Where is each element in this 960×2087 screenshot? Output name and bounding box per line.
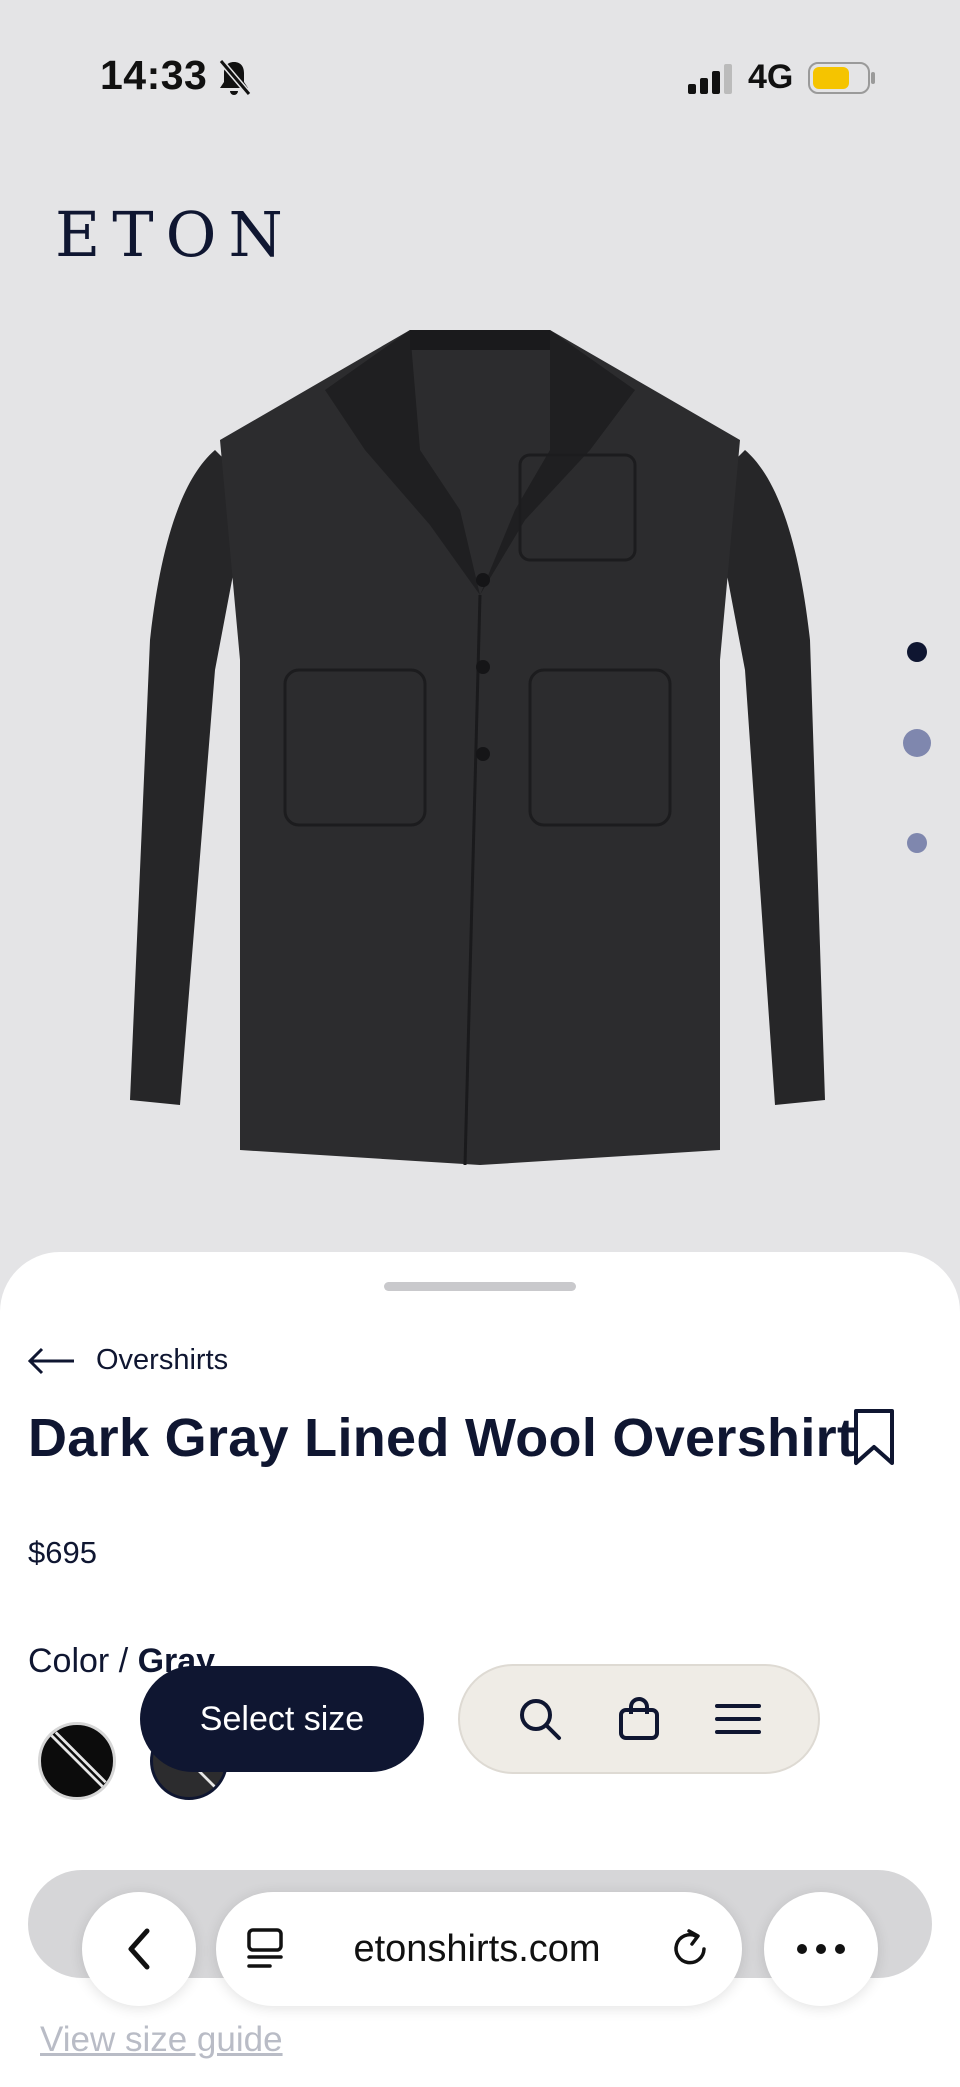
bell-muted-icon <box>218 59 251 96</box>
reload-icon[interactable] <box>668 1927 712 1971</box>
shopping-bag-icon <box>618 1697 659 1740</box>
browser-back-button[interactable] <box>82 1892 196 2006</box>
floating-nav-pill <box>458 1664 820 1774</box>
page-menu-icon <box>247 1928 283 1968</box>
select-size-button[interactable]: Select size <box>140 1666 424 1772</box>
network-type: 4G <box>748 58 794 96</box>
product-price: $695 <box>28 1535 97 1570</box>
sheet-drag-handle[interactable] <box>384 1282 576 1291</box>
search-icon <box>519 1699 561 1740</box>
breadcrumb[interactable]: Overshirts <box>28 1344 228 1377</box>
hamburger-menu-icon <box>715 1704 762 1734</box>
status-bar: 14:33 4G <box>0 0 960 150</box>
address-bar[interactable]: etonshirts.com <box>216 1892 742 2006</box>
product-title: Dark Gray Lined Wool Overshirt <box>28 1408 856 1468</box>
menu-button[interactable] <box>713 1694 763 1744</box>
cart-button[interactable] <box>614 1694 664 1744</box>
url-text[interactable]: etonshirts.com <box>286 1928 668 1971</box>
browser-more-button[interactable] <box>764 1892 878 2006</box>
product-image[interactable] <box>120 310 840 1190</box>
size-guide-link[interactable]: View size guide <box>40 2020 283 2060</box>
image-pagination[interactable] <box>895 630 935 860</box>
more-horizontal-icon <box>797 1944 845 1954</box>
swatch-slash-icon <box>49 1731 107 1789</box>
color-swatch-black[interactable] <box>38 1722 116 1800</box>
cellular-signal-icon <box>688 64 732 94</box>
chevron-left-icon <box>128 1928 150 1970</box>
color-label-prefix: Color / <box>28 1642 138 1680</box>
search-button[interactable] <box>515 1694 565 1744</box>
eton-logo[interactable]: ETON <box>55 198 295 271</box>
battery-icon <box>808 62 875 94</box>
arrow-left-icon <box>28 1347 74 1374</box>
breadcrumb-label[interactable]: Overshirts <box>96 1344 228 1377</box>
status-time: 14:33 <box>100 52 208 98</box>
bookmark-icon[interactable] <box>850 1407 898 1467</box>
